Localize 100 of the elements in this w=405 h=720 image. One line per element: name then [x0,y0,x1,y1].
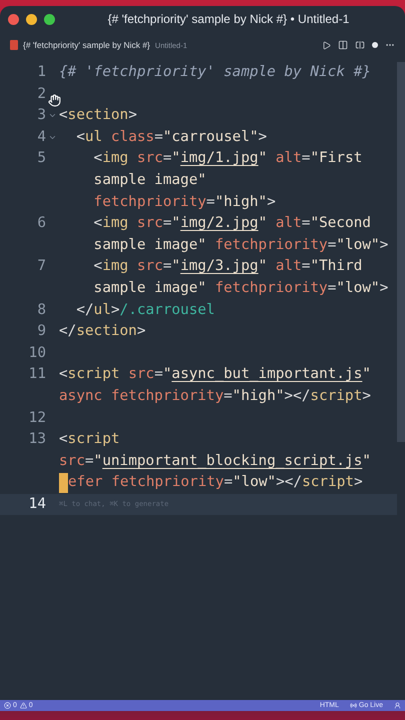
file-link[interactable]: img/1.jpg [180,148,258,170]
attribute-name: efer fetchpriority [68,473,224,492]
string-value: " [362,452,371,471]
line-number: 7 [36,257,46,276]
string-value: "Third [310,257,362,276]
file-link[interactable]: unimportant_blocking_script.js [102,450,362,472]
hand-pointer-icon [48,94,61,107]
code-punctuation: > [258,128,267,147]
code-punctuation: = [302,149,310,168]
tag-name: ul [94,300,111,320]
zoom-button[interactable] [44,14,55,24]
attribute-name: fetchpriority [214,236,328,255]
code-punctuation: = [206,192,215,212]
string-value: "high" [232,386,284,406]
line-number: 3 [36,106,46,126]
attribute-name: alt [274,149,302,168]
tab-title[interactable]: {# 'fetchpriority' sample by Nick #} [23,40,150,50]
string-value: " [258,257,267,276]
file-link[interactable]: img/3.jpg [180,256,258,278]
tag-name: section [76,322,137,342]
tag-name: script [302,473,354,492]
preview-icon[interactable] [338,40,348,50]
code-punctuation: = [224,473,233,492]
close-button[interactable] [8,14,19,24]
code-punctuation: </ [75,300,94,320]
string-value: " [258,214,267,234]
line-number: 13 [28,430,46,450]
code-punctuation: < [59,430,68,450]
tag-name: img [102,257,128,276]
error-icon [4,702,11,709]
code-punctuation: ></ [276,473,302,492]
tag-name: img [102,149,128,168]
warning-icon [20,702,27,709]
code-punctuation: < [59,365,68,384]
string-value: " [172,214,180,234]
code-punctuation: = [302,214,310,234]
broadcast-icon [350,702,357,709]
minimize-button[interactable] [26,14,37,24]
code-punctuation: < [92,214,102,234]
attribute-name: src [59,452,85,471]
string-value: " [258,149,267,168]
string-value: "low" [336,236,380,255]
code-punctuation: = [154,128,163,147]
tag-name: script [68,365,120,384]
code-punctuation: > [354,473,363,492]
file-link[interactable]: async_but_important.js [172,364,362,386]
code-punctuation: < [75,128,85,147]
code-punctuation: = [85,452,94,471]
code-punctuation: = [162,149,172,168]
code-punctuation: < [92,149,102,168]
scrollbar[interactable] [397,62,405,442]
line-number: 6 [36,214,46,234]
code-punctuation: </ [59,322,76,342]
code-punctuation: > [128,106,137,126]
code-punctuation: = [302,257,310,276]
window-title: {# 'fetchpriority' sample by Nick #} • Untitled-1 [106,12,350,26]
line-number: 11 [28,365,46,384]
line-number: 2 [36,84,46,104]
tag-name: ul [85,128,102,147]
attribute-name: src [127,365,154,384]
run-icon[interactable] [322,40,331,50]
string-value: sample image" [92,170,206,190]
code-punctuation: = [328,278,336,298]
string-value: " [172,149,180,168]
file-link[interactable]: img/2.jpg [180,213,258,235]
line-number: 9 [36,322,46,342]
attribute-name: alt [274,257,302,276]
string-value: "low" [232,473,276,492]
line-number: 8 [36,300,46,320]
string-value: " [172,257,180,276]
line-number: 14 [28,494,46,514]
tag-name: img [102,214,128,234]
tag-name: section [68,106,128,126]
code-punctuation: < [59,106,68,126]
string-value: " [94,452,102,471]
line-number: 10 [28,344,46,363]
account-icon[interactable] [394,702,401,709]
string-value: sample image" [92,278,206,298]
string-value: "Second [310,214,371,234]
code-punctuation: = [162,257,172,276]
code-punctuation: = [162,214,172,234]
code-punctuation: > [362,386,371,406]
line-number: 12 [28,408,46,428]
string-value: "high" [214,192,267,212]
split-editor-icon[interactable] [355,40,365,50]
attribute-name: src [136,257,163,276]
code-punctuation: > [110,300,120,320]
attribute-name: src [136,149,163,168]
line-number: 5 [36,149,46,168]
string-value: "First [310,149,362,168]
attribute-name: fetchpriority [214,278,328,298]
html-file-icon [10,40,18,50]
code-punctuation: > [380,236,388,255]
code-punctuation: > [266,192,276,212]
attribute-name: async fetchpriority [59,386,224,406]
tag-name: script [310,386,362,406]
code-comment: {# 'fetchpriority' sample by Nick #} [59,63,371,82]
string-value: "low" [336,278,380,298]
tag-name: script [68,430,120,450]
text-cursor [59,473,68,494]
